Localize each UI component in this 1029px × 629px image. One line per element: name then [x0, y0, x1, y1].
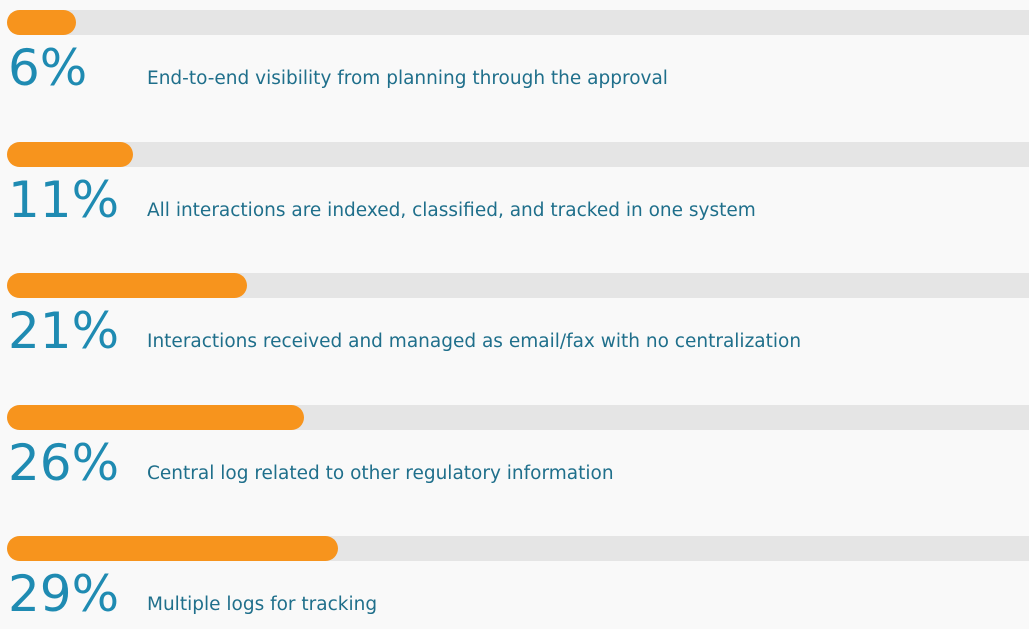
bar-track — [7, 536, 1029, 561]
bar-track — [7, 273, 1029, 298]
bar-row: 26% Central log related to other regulato… — [0, 395, 1029, 510]
bar-track — [7, 141, 1029, 167]
bar-description-label: Multiple logs for tracking — [147, 594, 378, 615]
bar-description-label: Interactions received and managed as ema… — [147, 331, 802, 352]
bar-fill — [7, 141, 133, 167]
bar-description-label: Central log related to other regulatory … — [147, 462, 614, 484]
percent-value-label: 29% — [8, 565, 120, 623]
percent-value-label: 26% — [8, 433, 120, 492]
percent-value-label: 21% — [8, 302, 120, 360]
bar-row: 29% Multiple logs for tracking — [0, 526, 1029, 629]
bar-description-label: End-to-end visibility from planning thro… — [147, 68, 668, 89]
bar-row: 11% All interactions are indexed, classif… — [0, 132, 1029, 247]
bar-description-label: All interactions are indexed, classified… — [147, 199, 756, 221]
bar-fill — [7, 10, 76, 35]
bar-fill — [7, 404, 304, 430]
bar-row: 21% Interactions received and managed as … — [0, 263, 1029, 378]
percent-value-label: 11% — [8, 170, 120, 229]
bar-fill — [7, 273, 247, 298]
bar-fill — [7, 536, 338, 561]
percent-value-label: 6% — [8, 39, 88, 97]
bar-track — [7, 404, 1029, 430]
bar-row: 6% End-to-end visibility from planning th… — [0, 0, 1029, 115]
bar-track — [7, 10, 1029, 35]
percentage-bar-chart: 6% End-to-end visibility from planning th… — [0, 0, 1029, 629]
